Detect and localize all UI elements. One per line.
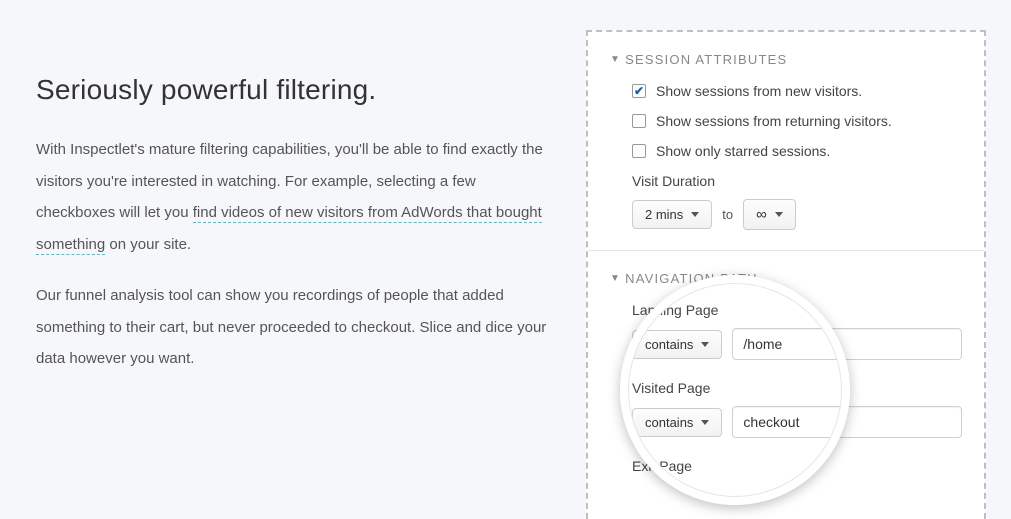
p1-suffix: on your site.	[105, 236, 191, 253]
visited-op-value: contains	[645, 415, 693, 430]
section-nav-title: NAVIGATION PATH	[625, 271, 758, 286]
visited-op-dropdown[interactable]: contains	[632, 408, 722, 437]
exit-page-label: Exit Page	[632, 458, 962, 474]
landing-page-label: Landing Page	[632, 302, 962, 318]
chevron-down-icon	[691, 212, 699, 217]
description-p2: Our funnel analysis tool can show you re…	[36, 280, 556, 375]
duration-max-value: ∞	[756, 206, 767, 223]
checkbox-returning-visitors[interactable]	[632, 114, 646, 128]
page-title: Seriously powerful filtering.	[36, 74, 556, 106]
section-divider	[588, 250, 984, 251]
label-returning-visitors: Show sessions from returning visitors.	[656, 113, 892, 129]
filter-new-visitors-row[interactable]: Show sessions from new visitors.	[632, 83, 962, 99]
section-session-attributes-header[interactable]: ▼ SESSION ATTRIBUTES	[610, 52, 962, 67]
chevron-down-icon	[775, 212, 783, 217]
marketing-copy: Seriously powerful filtering. With Inspe…	[36, 30, 556, 519]
collapse-triangle-icon: ▼	[610, 273, 621, 284]
section-nav-body: Landing Page contains Visited Page conta…	[610, 302, 962, 474]
landing-op-value: contains	[645, 337, 693, 352]
chevron-down-icon	[701, 342, 709, 347]
filters-panel: ▼ SESSION ATTRIBUTES Show sessions from …	[586, 30, 986, 519]
description-p1: With Inspectlet's mature filtering capab…	[36, 134, 556, 260]
label-new-visitors: Show sessions from new visitors.	[656, 83, 862, 99]
checkbox-starred[interactable]	[632, 144, 646, 158]
duration-to-text: to	[722, 207, 733, 222]
section-session-title: SESSION ATTRIBUTES	[625, 52, 787, 67]
duration-min-dropdown[interactable]: 2 mins	[632, 200, 712, 229]
filter-starred-row[interactable]: Show only starred sessions.	[632, 143, 962, 159]
landing-page-input[interactable]	[732, 328, 962, 360]
label-starred: Show only starred sessions.	[656, 143, 830, 159]
section-session-body: Show sessions from new visitors. Show se…	[610, 83, 962, 230]
duration-max-dropdown[interactable]: ∞	[743, 199, 796, 230]
duration-min-value: 2 mins	[645, 207, 683, 222]
visit-duration-label: Visit Duration	[632, 173, 962, 189]
chevron-down-icon	[701, 420, 709, 425]
visited-page-row: contains	[632, 406, 962, 438]
landing-op-dropdown[interactable]: contains	[632, 330, 722, 359]
filter-returning-visitors-row[interactable]: Show sessions from returning visitors.	[632, 113, 962, 129]
checkbox-new-visitors[interactable]	[632, 84, 646, 98]
visited-page-input[interactable]	[732, 406, 962, 438]
landing-page-row: contains	[632, 328, 962, 360]
visited-page-label: Visited Page	[632, 380, 962, 396]
visit-duration-row: 2 mins to ∞	[632, 199, 962, 230]
section-navigation-path-header[interactable]: ▼ NAVIGATION PATH	[610, 271, 962, 286]
collapse-triangle-icon: ▼	[610, 54, 621, 65]
